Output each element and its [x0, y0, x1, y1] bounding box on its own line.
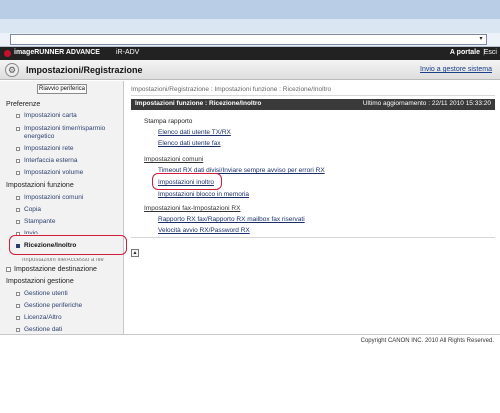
link-user-data-list-txrx[interactable]: Elenco dati utente TX/RX — [158, 129, 231, 136]
bullet-icon — [16, 304, 20, 308]
sidebar-item-network-settings[interactable]: Impostazioni rete — [24, 145, 120, 153]
copyright-text: Copyright CANON INC. 2010 All Rights Res… — [360, 338, 494, 344]
sidebar-item-external-interface[interactable]: Interfaccia esterna — [24, 157, 120, 165]
group-heading-common-settings: Impostazioni comuni — [144, 156, 204, 163]
sidebar-item-device-management[interactable]: Gestione periferiche — [24, 302, 120, 310]
last-update: Ultimo aggiornamento : 22/11 2010 15:33:… — [362, 100, 491, 107]
sidebar-heading-management: Impostazioni gestione — [6, 278, 74, 285]
sidebar-item-common-settings[interactable]: Impostazioni comuni — [24, 194, 120, 202]
bullet-icon — [16, 220, 20, 224]
bullet-icon — [16, 316, 20, 320]
browser-address-row: ▾ — [0, 33, 500, 47]
sidebar-item-send[interactable]: Invio — [24, 230, 120, 234]
bullet-icon — [16, 114, 20, 118]
page-title-bar: ⚙ Impostazioni/Registrazione Invio a ges… — [0, 60, 500, 80]
bullet-icon — [16, 328, 20, 332]
link-user-data-list-fax[interactable]: Elenco dati utente fax — [158, 140, 221, 147]
portal-link[interactable]: A portale — [450, 49, 480, 56]
sidebar-heading-preferences: Preferenze — [6, 101, 41, 108]
panel-header: Impostazioni funzione : Ricezione/Inoltr… — [131, 99, 495, 110]
bullet-icon — [16, 171, 20, 175]
link-fax-rx-report[interactable]: Rapporto RX fax/Rapporto RX mailbox fax … — [158, 216, 305, 223]
address-bar[interactable]: ▾ — [10, 34, 487, 45]
app-header: imageRUNNER ADVANCE iR-ADV A portale | E… — [0, 47, 500, 60]
canon-logo-icon — [4, 50, 11, 57]
sidebar: Riavvio periferica Preferenze Impostazio… — [0, 81, 124, 334]
sidebar-heading-destination[interactable]: Impostazione destinazione — [6, 266, 97, 273]
send-to-system-manager-link[interactable]: Invio a gestore sistema — [420, 66, 492, 73]
breadcrumb: Impostazioni/Registrazione : Impostazion… — [131, 86, 332, 93]
main-content: Impostazioni/Registrazione : Impostazion… — [125, 81, 500, 334]
device-name: iR-ADV — [116, 49, 140, 56]
panel-title: Impostazioni funzione : Ricezione/Inoltr… — [135, 100, 262, 107]
link-memory-lock-settings[interactable]: Impostazioni blocco in memoria — [158, 191, 249, 198]
bullet-icon — [16, 208, 20, 212]
bullet-icon — [16, 159, 20, 163]
back-to-top-icon[interactable]: ▲ — [131, 249, 139, 257]
sidebar-item-data-management[interactable]: Gestione dati — [24, 326, 120, 334]
sidebar-heading-function-settings: Impostazioni funzione — [6, 182, 74, 189]
sidebar-item-volume-settings[interactable]: Impostazioni volume — [24, 169, 120, 177]
group-heading-print-report: Stampa rapporto — [144, 118, 193, 125]
bullet-icon — [16, 196, 20, 200]
destination-label: Impostazione destinazione — [14, 266, 97, 273]
expand-icon — [6, 266, 11, 272]
browser-toolbar — [0, 0, 500, 19]
sidebar-item-copy[interactable]: Copia — [24, 206, 120, 214]
group-heading-fax-rx-settings: Impostazioni fax-Impostazioni RX — [144, 205, 241, 212]
highlight-ring-sidebar — [9, 235, 127, 255]
sidebar-item-user-management[interactable]: Gestione utenti — [24, 290, 120, 298]
sidebar-item-license[interactable]: Licenza/Altro — [24, 314, 120, 322]
sidebar-item-file-settings[interactable]: Impostazioni file/Accesso a file — [22, 258, 118, 262]
browser-tab-strip — [0, 19, 500, 33]
restart-device-button[interactable]: Riavvio periferica — [37, 84, 87, 94]
address-dropdown-icon[interactable]: ▾ — [476, 35, 486, 44]
bullet-icon — [16, 127, 20, 131]
sidebar-item-timer-settings[interactable]: Impostazioni timer/risparmio energetico — [24, 125, 120, 141]
highlight-ring-forwarding — [152, 173, 222, 190]
breadcrumb-divider — [131, 95, 495, 96]
footer-divider — [0, 334, 500, 335]
page-title: Impostazioni/Registrazione — [26, 65, 143, 75]
settings-gear-icon: ⚙ — [5, 63, 19, 77]
sidebar-item-paper-settings[interactable]: Impostazioni carta — [24, 112, 120, 120]
product-name: imageRUNNER ADVANCE — [14, 49, 100, 56]
bullet-icon — [16, 292, 20, 296]
bullet-icon — [16, 147, 20, 151]
content-divider — [131, 237, 495, 238]
sidebar-item-printer[interactable]: Stampante — [24, 218, 120, 226]
link-rx-start-speed[interactable]: Velocità avvio RX/Password RX — [158, 227, 250, 234]
logout-link[interactable]: Esci — [484, 49, 497, 56]
